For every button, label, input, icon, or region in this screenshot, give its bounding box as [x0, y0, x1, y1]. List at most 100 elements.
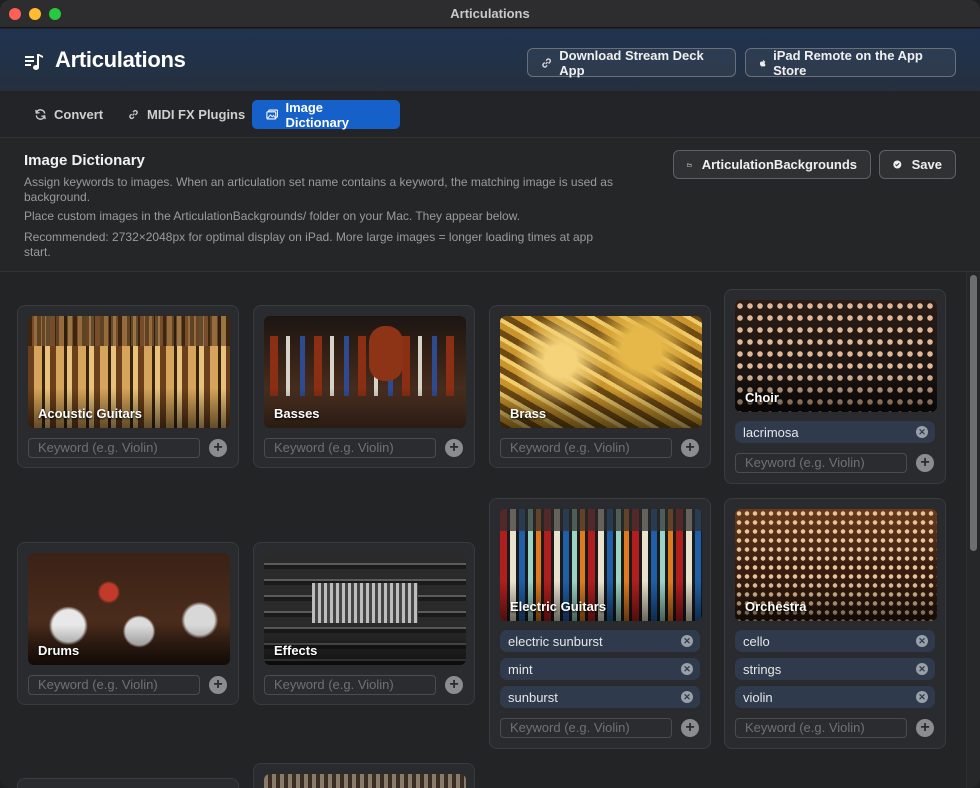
section-description: Assign keywords to images. When an artic…	[24, 175, 613, 204]
image-card-partial	[17, 778, 239, 788]
image-card-electric-guitars: Electric Guitars electric sunburst ✕ min…	[489, 498, 711, 749]
add-keyword-button[interactable]: +	[681, 719, 699, 737]
keyword-text: lacrimosa	[743, 424, 799, 440]
image-card-effects: Effects Keyword (e.g. Violin) +	[253, 542, 475, 705]
refresh-icon	[35, 109, 46, 120]
scrollbar-thumb[interactable]	[970, 275, 977, 551]
tab-midi-fx-plugins[interactable]: MIDI FX Plugins	[113, 100, 259, 129]
image-grid: Acoustic Guitars Keyword (e.g. Violin) +…	[0, 272, 966, 788]
brass-image[interactable]: Brass	[500, 316, 702, 428]
ipad-remote-button[interactable]: iPad Remote on the App Store	[745, 47, 956, 78]
keyword-chip: strings ✕	[735, 658, 935, 680]
add-keyword-button[interactable]: +	[209, 439, 227, 457]
partial-card-image	[264, 774, 466, 788]
image-card-acoustic-guitars: Acoustic Guitars Keyword (e.g. Violin) +	[17, 305, 239, 468]
tab-image-dictionary[interactable]: Image Dictionary	[252, 99, 400, 130]
card-title: Acoustic Guitars	[38, 406, 143, 421]
keyword-input[interactable]: Keyword (e.g. Violin)	[735, 453, 907, 473]
keyword-chip: violin ✕	[735, 686, 935, 708]
link-icon	[129, 109, 138, 120]
electric-guitars-image[interactable]: Electric Guitars	[500, 509, 702, 621]
section-title: Image Dictionary	[24, 152, 145, 169]
remove-keyword-button[interactable]: ✕	[916, 663, 928, 675]
image-card-choir: Choir lacrimosa ✕ Keyword (e.g. Violin) …	[724, 289, 946, 484]
card-title: Drums	[38, 643, 80, 658]
open-folder-label: ArticulationBackgrounds	[701, 157, 857, 172]
add-keyword-button[interactable]: +	[681, 439, 699, 457]
remove-keyword-button[interactable]: ✕	[916, 691, 928, 703]
remove-keyword-button[interactable]: ✕	[681, 635, 693, 647]
remove-keyword-button[interactable]: ✕	[916, 426, 928, 438]
checkmark-circle-icon	[893, 160, 902, 169]
keyword-input[interactable]: Keyword (e.g. Violin)	[500, 718, 672, 738]
add-keyword-button[interactable]: +	[916, 454, 934, 472]
tab-bar: Convert MIDI FX Plugins Image Dictionary	[0, 91, 980, 138]
link-icon	[542, 57, 551, 68]
save-button[interactable]: Save	[879, 150, 956, 179]
ipad-remote-label: iPad Remote on the App Store	[773, 47, 923, 78]
open-folder-button[interactable]: ArticulationBackgrounds	[673, 150, 871, 179]
photos-icon	[266, 109, 279, 120]
tab-convert[interactable]: Convert	[20, 100, 117, 129]
keyword-chip: electric sunburst ✕	[500, 630, 700, 652]
card-title: Orchestra	[745, 599, 807, 614]
folder-icon	[687, 162, 692, 167]
image-card-partial	[253, 763, 475, 788]
keyword-text: strings	[743, 661, 782, 677]
image-dictionary-header: Image Dictionary Assign keywords to imag…	[0, 138, 980, 272]
choir-image[interactable]: Choir	[735, 300, 937, 412]
keyword-input[interactable]: Keyword (e.g. Violin)	[28, 675, 200, 695]
vertical-scrollbar[interactable]	[966, 272, 980, 788]
remove-keyword-button[interactable]: ✕	[916, 635, 928, 647]
add-keyword-button[interactable]: +	[445, 439, 463, 457]
keyword-input[interactable]: Keyword (e.g. Violin)	[735, 718, 907, 738]
card-title: Brass	[510, 406, 547, 421]
image-card-drums: Drums Keyword (e.g. Violin) +	[17, 542, 239, 705]
effects-image[interactable]: Effects	[264, 553, 466, 665]
window-title: Articulations	[450, 6, 530, 21]
tab-convert-label: Convert	[54, 107, 104, 122]
keyword-text: cello	[743, 633, 770, 649]
section-folder-hint: Place custom images in the ArticulationB…	[24, 209, 521, 223]
image-card-basses: Basses Keyword (e.g. Violin) +	[253, 305, 475, 468]
remove-keyword-button[interactable]: ✕	[681, 663, 693, 675]
apple-icon	[759, 59, 766, 67]
app-title: Articulations	[55, 47, 186, 72]
basses-image[interactable]: Basses	[264, 316, 466, 428]
image-card-orchestra: Orchestra cello ✕ strings ✕ violin ✕ Key…	[724, 498, 946, 749]
drums-image[interactable]: Drums	[28, 553, 230, 665]
card-title: Basses	[274, 406, 320, 421]
keyword-text: sunburst	[508, 689, 558, 705]
section-recommendation: Recommended: 2732×2048px for optimal dis…	[24, 230, 594, 259]
keyword-input[interactable]: Keyword (e.g. Violin)	[264, 438, 436, 458]
add-keyword-button[interactable]: +	[209, 676, 227, 694]
keyword-text: electric sunburst	[508, 633, 603, 649]
keyword-text: mint	[508, 661, 533, 677]
title-bar: Articulations	[0, 0, 980, 28]
acoustic-guitars-image[interactable]: Acoustic Guitars	[28, 316, 230, 428]
keyword-input[interactable]: Keyword (e.g. Violin)	[264, 675, 436, 695]
remove-keyword-button[interactable]: ✕	[681, 691, 693, 703]
keyword-chip: cello ✕	[735, 630, 935, 652]
image-card-brass: Brass Keyword (e.g. Violin) +	[489, 305, 711, 468]
card-title: Choir	[745, 390, 779, 405]
download-stream-deck-button[interactable]: Download Stream Deck App	[527, 47, 736, 78]
keyword-chip: lacrimosa ✕	[735, 421, 935, 443]
keyword-text: violin	[743, 689, 773, 705]
app-window: Articulations Articulations Download Str…	[0, 0, 980, 788]
orchestra-image[interactable]: Orchestra	[735, 509, 937, 621]
tab-image-dictionary-label: Image Dictionary	[285, 99, 350, 130]
keyword-chip: sunburst ✕	[500, 686, 700, 708]
card-title: Electric Guitars	[510, 599, 607, 614]
keyword-input[interactable]: Keyword (e.g. Violin)	[500, 438, 672, 458]
card-title: Effects	[274, 643, 318, 658]
tab-midi-fx-plugins-label: MIDI FX Plugins	[147, 107, 246, 122]
download-stream-deck-label: Download Stream Deck App	[559, 47, 704, 78]
add-keyword-button[interactable]: +	[916, 719, 934, 737]
save-label: Save	[911, 157, 942, 172]
keyword-chip: mint ✕	[500, 658, 700, 680]
keyword-input[interactable]: Keyword (e.g. Violin)	[28, 438, 200, 458]
music-list-icon	[25, 54, 43, 70]
add-keyword-button[interactable]: +	[445, 676, 463, 694]
app-header: Articulations Download Stream Deck App i…	[0, 29, 980, 91]
